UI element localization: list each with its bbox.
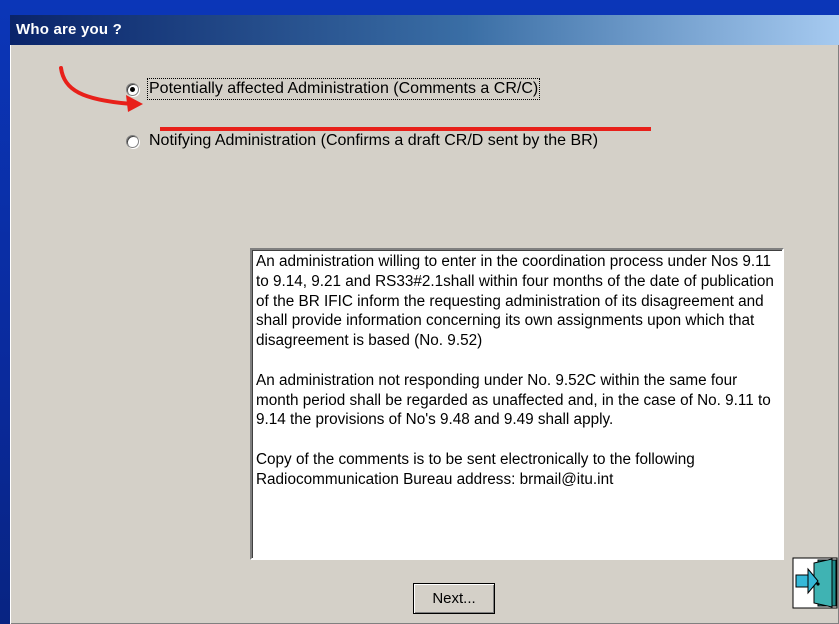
radio-option-affected-administration[interactable]: Potentially affected Administration (Com… bbox=[126, 78, 541, 100]
radio-label-affected-administration[interactable]: Potentially affected Administration (Com… bbox=[146, 78, 541, 100]
radio-label-notifying-administration[interactable]: Notifying Administration (Confirms a dra… bbox=[149, 132, 598, 150]
info-paragraph-coordination: An administration willing to enter in th… bbox=[256, 253, 774, 350]
radio-button-unchecked[interactable] bbox=[126, 134, 139, 148]
next-button[interactable]: Next... bbox=[413, 583, 495, 614]
dialog-title: Who are you ? bbox=[16, 21, 122, 38]
info-paragraph-email: Copy of the comments is to be sent elect… bbox=[256, 450, 695, 488]
info-paragraph-unaffected: An administration not responding under N… bbox=[256, 371, 771, 429]
dialog-titlebar: Who are you ? bbox=[10, 15, 839, 45]
radio-option-notifying-administration[interactable]: Notifying Administration (Confirms a dra… bbox=[126, 132, 598, 150]
information-text-box[interactable]: An administration willing to enter in th… bbox=[250, 248, 784, 560]
exit-door-icon[interactable] bbox=[792, 557, 838, 609]
radio-button-checked[interactable] bbox=[126, 82, 139, 96]
